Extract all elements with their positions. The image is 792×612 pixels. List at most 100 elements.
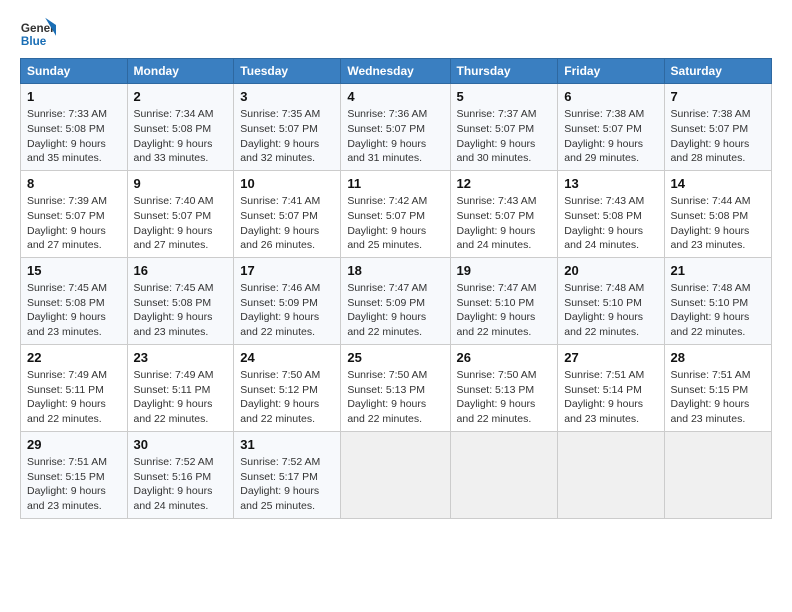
daylight-line: Daylight: 9 hours and 22 minutes. <box>134 398 213 425</box>
day-number: 30 <box>134 436 228 454</box>
sunset-line: Sunset: 5:15 PM <box>27 471 105 483</box>
calendar-cell: 6Sunrise: 7:38 AMSunset: 5:07 PMDaylight… <box>558 84 664 171</box>
calendar-cell <box>450 431 558 518</box>
calendar-cell: 7Sunrise: 7:38 AMSunset: 5:07 PMDaylight… <box>664 84 771 171</box>
sunrise-line: Sunrise: 7:52 AM <box>240 456 320 468</box>
calendar-week-1: 1Sunrise: 7:33 AMSunset: 5:08 PMDaylight… <box>21 84 772 171</box>
day-number: 9 <box>134 175 228 193</box>
daylight-line: Daylight: 9 hours and 23 minutes. <box>27 485 106 512</box>
calendar-cell: 31 Sunrise: 7:52 AM Sunset: 5:17 PM Dayligh… <box>234 431 341 518</box>
calendar-week-5: 29Sunrise: 7:51 AMSunset: 5:15 PMDayligh… <box>21 431 772 518</box>
calendar-cell: 23Sunrise: 7:49 AMSunset: 5:11 PMDayligh… <box>127 344 234 431</box>
calendar-cell: 10Sunrise: 7:41 AMSunset: 5:07 PMDayligh… <box>234 170 341 257</box>
logo: General Blue <box>20 16 56 52</box>
sunrise-line: Sunrise: 7:50 AM <box>347 369 427 381</box>
sunrise-line: Sunrise: 7:47 AM <box>457 282 537 294</box>
sunset-line: Sunset: 5:07 PM <box>134 210 212 222</box>
sunset-line: Sunset: 5:09 PM <box>347 297 425 309</box>
day-number: 31 <box>240 436 334 454</box>
sunrise-line: Sunrise: 7:49 AM <box>27 369 107 381</box>
sunset-line: Sunset: 5:08 PM <box>134 123 212 135</box>
sunset-line: Sunset: 5:07 PM <box>671 123 749 135</box>
header-day-thursday: Thursday <box>450 59 558 84</box>
calendar-cell: 25Sunrise: 7:50 AMSunset: 5:13 PMDayligh… <box>341 344 450 431</box>
sunset-line: Sunset: 5:16 PM <box>134 471 212 483</box>
day-number: 19 <box>457 262 552 280</box>
sunrise-line: Sunrise: 7:35 AM <box>240 108 320 120</box>
sunrise-line: Sunrise: 7:50 AM <box>240 369 320 381</box>
day-number: 23 <box>134 349 228 367</box>
day-number: 14 <box>671 175 765 193</box>
sunrise-line: Sunrise: 7:51 AM <box>27 456 107 468</box>
day-number: 16 <box>134 262 228 280</box>
sunset-line: Sunset: 5:13 PM <box>347 384 425 396</box>
sunrise-line: Sunrise: 7:48 AM <box>564 282 644 294</box>
sunset-line: Sunset: 5:09 PM <box>240 297 318 309</box>
sunrise-line: Sunrise: 7:43 AM <box>564 195 644 207</box>
calendar-cell: 8Sunrise: 7:39 AMSunset: 5:07 PMDaylight… <box>21 170 128 257</box>
daylight-line: Daylight: 9 hours and 26 minutes. <box>240 225 319 252</box>
day-number: 18 <box>347 262 443 280</box>
sunset-line: Sunset: 5:11 PM <box>27 384 104 396</box>
calendar-table: SundayMondayTuesdayWednesdayThursdayFrid… <box>20 58 772 519</box>
calendar-cell: 17Sunrise: 7:46 AMSunset: 5:09 PMDayligh… <box>234 257 341 344</box>
sunset-line: Sunset: 5:17 PM <box>240 471 318 483</box>
day-number: 15 <box>27 262 121 280</box>
day-number: 5 <box>457 88 552 106</box>
daylight-line: Daylight: 9 hours and 25 minutes. <box>240 485 319 512</box>
sunset-line: Sunset: 5:15 PM <box>671 384 749 396</box>
daylight-line: Daylight: 9 hours and 23 minutes. <box>27 311 106 338</box>
daylight-line: Daylight: 9 hours and 22 minutes. <box>457 398 536 425</box>
sunrise-line: Sunrise: 7:45 AM <box>134 282 214 294</box>
calendar-cell: 22Sunrise: 7:49 AMSunset: 5:11 PMDayligh… <box>21 344 128 431</box>
sunrise-line: Sunrise: 7:44 AM <box>671 195 751 207</box>
day-number: 24 <box>240 349 334 367</box>
calendar-cell: 5Sunrise: 7:37 AMSunset: 5:07 PMDaylight… <box>450 84 558 171</box>
sunset-line: Sunset: 5:07 PM <box>564 123 642 135</box>
sunrise-line: Sunrise: 7:43 AM <box>457 195 537 207</box>
daylight-line: Daylight: 9 hours and 22 minutes. <box>347 311 426 338</box>
header-day-wednesday: Wednesday <box>341 59 450 84</box>
sunset-line: Sunset: 5:10 PM <box>457 297 535 309</box>
calendar-week-2: 8Sunrise: 7:39 AMSunset: 5:07 PMDaylight… <box>21 170 772 257</box>
calendar-cell <box>664 431 771 518</box>
calendar-cell: 16Sunrise: 7:45 AMSunset: 5:08 PMDayligh… <box>127 257 234 344</box>
calendar-cell: 11Sunrise: 7:42 AMSunset: 5:07 PMDayligh… <box>341 170 450 257</box>
daylight-line: Daylight: 9 hours and 28 minutes. <box>671 138 750 165</box>
sunset-line: Sunset: 5:08 PM <box>564 210 642 222</box>
sunset-line: Sunset: 5:07 PM <box>27 210 105 222</box>
day-number: 6 <box>564 88 657 106</box>
daylight-line: Daylight: 9 hours and 25 minutes. <box>347 225 426 252</box>
daylight-line: Daylight: 9 hours and 22 minutes. <box>240 311 319 338</box>
daylight-line: Daylight: 9 hours and 22 minutes. <box>564 311 643 338</box>
sunrise-line: Sunrise: 7:49 AM <box>134 369 214 381</box>
day-number: 2 <box>134 88 228 106</box>
sunrise-line: Sunrise: 7:48 AM <box>671 282 751 294</box>
sunrise-line: Sunrise: 7:36 AM <box>347 108 427 120</box>
calendar-cell: 13Sunrise: 7:43 AMSunset: 5:08 PMDayligh… <box>558 170 664 257</box>
daylight-line: Daylight: 9 hours and 22 minutes. <box>347 398 426 425</box>
daylight-line: Daylight: 9 hours and 22 minutes. <box>240 398 319 425</box>
calendar-cell: 18Sunrise: 7:47 AMSunset: 5:09 PMDayligh… <box>341 257 450 344</box>
sunrise-line: Sunrise: 7:52 AM <box>134 456 214 468</box>
daylight-line: Daylight: 9 hours and 23 minutes. <box>564 398 643 425</box>
sunset-line: Sunset: 5:12 PM <box>240 384 318 396</box>
sunset-line: Sunset: 5:07 PM <box>240 210 318 222</box>
sunrise-line: Sunrise: 7:46 AM <box>240 282 320 294</box>
daylight-line: Daylight: 9 hours and 24 minutes. <box>457 225 536 252</box>
calendar-cell: 27Sunrise: 7:51 AMSunset: 5:14 PMDayligh… <box>558 344 664 431</box>
sunset-line: Sunset: 5:07 PM <box>347 210 425 222</box>
sunset-line: Sunset: 5:10 PM <box>671 297 749 309</box>
daylight-line: Daylight: 9 hours and 23 minutes. <box>671 225 750 252</box>
daylight-line: Daylight: 9 hours and 35 minutes. <box>27 138 106 165</box>
calendar-cell: 21Sunrise: 7:48 AMSunset: 5:10 PMDayligh… <box>664 257 771 344</box>
sunset-line: Sunset: 5:08 PM <box>134 297 212 309</box>
day-number: 28 <box>671 349 765 367</box>
calendar-cell: 12Sunrise: 7:43 AMSunset: 5:07 PMDayligh… <box>450 170 558 257</box>
calendar-cell: 29Sunrise: 7:51 AMSunset: 5:15 PMDayligh… <box>21 431 128 518</box>
calendar-cell: 20Sunrise: 7:48 AMSunset: 5:10 PMDayligh… <box>558 257 664 344</box>
header-day-sunday: Sunday <box>21 59 128 84</box>
sunrise-line: Sunrise: 7:38 AM <box>564 108 644 120</box>
sunset-line: Sunset: 5:07 PM <box>240 123 318 135</box>
daylight-line: Daylight: 9 hours and 24 minutes. <box>564 225 643 252</box>
